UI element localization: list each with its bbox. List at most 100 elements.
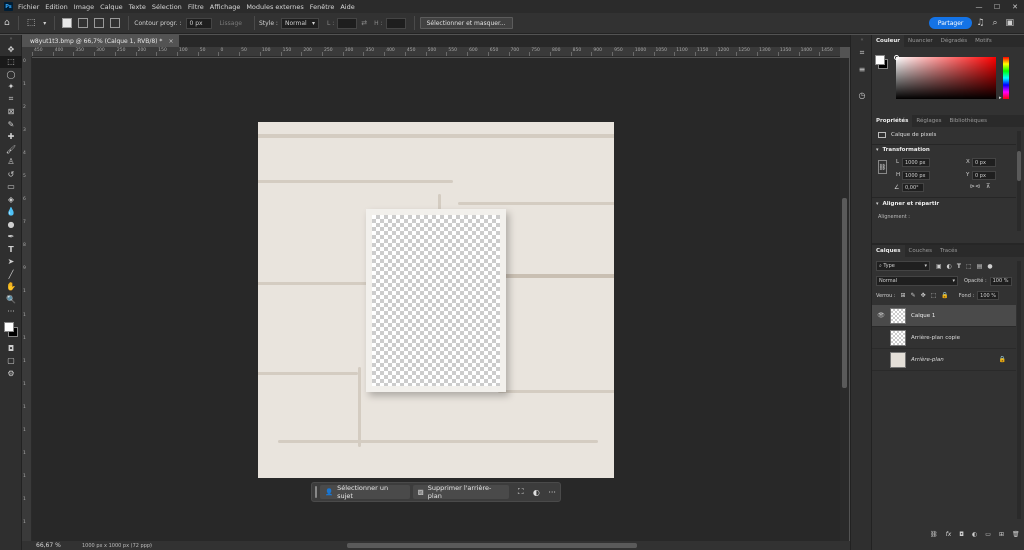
flip-horizontal-icon[interactable]: ⊳⊲ bbox=[970, 183, 980, 190]
filter-shape-icon[interactable]: ⬚ bbox=[966, 263, 972, 270]
y-input[interactable]: 0 px bbox=[972, 171, 996, 180]
edit-toolbar-icon[interactable]: ⚙ bbox=[0, 367, 22, 380]
transform-section-header[interactable]: ▾ Transformation bbox=[876, 147, 930, 153]
adjust-icon[interactable]: ◐ bbox=[529, 488, 545, 497]
layer-row[interactable]: 👁 Calque 1 bbox=[872, 305, 1016, 327]
chevron-right-icon[interactable]: › bbox=[150, 542, 152, 548]
photoshop-logo[interactable]: Ps bbox=[4, 2, 13, 11]
menu-image[interactable]: Image bbox=[74, 3, 94, 11]
feather-input[interactable]: 0 px bbox=[185, 17, 212, 29]
lock-transparency-icon[interactable]: ⊞ bbox=[901, 292, 906, 299]
intersect-selection-icon[interactable] bbox=[110, 18, 121, 28]
quick-mask-icon[interactable]: ◘ bbox=[0, 342, 22, 355]
history-icon[interactable]: ◷ bbox=[851, 87, 873, 103]
home-icon[interactable]: ⌂ bbox=[4, 18, 10, 28]
drag-handle-icon[interactable] bbox=[315, 486, 317, 498]
lock-position-icon[interactable]: ✥ bbox=[921, 292, 926, 299]
filter-type-icon[interactable]: T bbox=[957, 263, 961, 270]
tab-gradients[interactable]: Dégradés bbox=[937, 35, 971, 47]
hue-slider[interactable] bbox=[1003, 57, 1009, 99]
x-input[interactable]: 0 px bbox=[972, 158, 996, 167]
color-field[interactable] bbox=[896, 57, 996, 99]
select-and-mask-button[interactable]: Sélectionner et masquer... bbox=[419, 17, 513, 29]
tab-swatches[interactable]: Nuancier bbox=[904, 35, 937, 47]
menu-type[interactable]: Texte bbox=[129, 3, 146, 11]
menu-select[interactable]: Sélection bbox=[152, 3, 182, 11]
color-picker-cursor[interactable] bbox=[894, 55, 899, 60]
zoom-tool-icon[interactable]: 🔍 bbox=[0, 293, 22, 306]
minimize-button[interactable]: — bbox=[970, 3, 988, 11]
transform-icon[interactable]: ⛶ bbox=[513, 487, 529, 497]
tab-properties[interactable]: Propriétés bbox=[872, 115, 913, 127]
visibility-eye-icon[interactable]: 👁 bbox=[875, 312, 887, 319]
style-select[interactable]: Normal ▾ bbox=[280, 17, 319, 29]
layer-row[interactable]: Arrière-plan 🔒 bbox=[872, 349, 1016, 371]
more-tools-icon[interactable]: ··· bbox=[0, 306, 22, 319]
paint-bucket-tool-icon[interactable]: ◈ bbox=[0, 193, 22, 206]
tab-channels[interactable]: Couches bbox=[905, 245, 936, 257]
layer-name[interactable]: Arrière-plan copie bbox=[911, 335, 960, 341]
zoom-level[interactable]: 66,67 % bbox=[36, 542, 61, 549]
frame-tool-icon[interactable]: ⊠ bbox=[0, 106, 22, 119]
layer-name[interactable]: Calque 1 bbox=[911, 313, 935, 319]
trash-icon[interactable]: 🗑 bbox=[1012, 531, 1020, 538]
subtract-selection-icon[interactable] bbox=[94, 18, 105, 28]
close-icon[interactable]: × bbox=[168, 38, 173, 45]
link-dimensions-icon[interactable]: ⛓ bbox=[878, 160, 887, 174]
layer-name[interactable]: Arrière-plan bbox=[911, 357, 944, 363]
filter-adjustment-icon[interactable]: ◐ bbox=[947, 263, 952, 270]
filter-toggle-icon[interactable]: ● bbox=[987, 263, 992, 270]
path-selection-tool-icon[interactable]: ➤ bbox=[0, 256, 22, 269]
lock-artboard-icon[interactable]: ⬚ bbox=[931, 292, 937, 299]
chevron-down-icon[interactable]: ▾ bbox=[43, 20, 46, 27]
screen-mode-icon[interactable]: ▢ bbox=[0, 355, 22, 368]
height-input[interactable]: 1000 px bbox=[902, 171, 930, 180]
menu-filter[interactable]: Filtre bbox=[188, 3, 204, 11]
history-brush-tool-icon[interactable]: ↺ bbox=[0, 168, 22, 181]
ruler-top[interactable]: 450 400 350 300 250 200 150 100 50 0 50 100 150 200 25… bbox=[32, 47, 840, 57]
more-options-icon[interactable]: ··· bbox=[544, 488, 560, 497]
layers-scrollbar[interactable] bbox=[1017, 261, 1021, 519]
stamp-tool-icon[interactable]: ♙ bbox=[0, 156, 22, 169]
search-icon[interactable]: ⌕ bbox=[992, 18, 997, 28]
type-tool-icon[interactable]: T bbox=[0, 243, 22, 256]
menu-layer[interactable]: Calque bbox=[100, 3, 123, 11]
select-subject-button[interactable]: 👤 Sélectionner un sujet bbox=[319, 484, 410, 500]
collapse-icon[interactable]: « bbox=[851, 35, 873, 45]
height-input[interactable] bbox=[385, 17, 406, 29]
notification-bell-icon[interactable]: ♫ bbox=[976, 18, 984, 28]
tab-paths[interactable]: Tracés bbox=[936, 245, 961, 257]
crop-tool-icon[interactable]: ⌗ bbox=[0, 93, 22, 106]
remove-background-button[interactable]: ▨ Supprimer l'arrière-plan bbox=[412, 484, 509, 500]
width-input[interactable] bbox=[337, 17, 358, 29]
menu-help[interactable]: Aide bbox=[340, 3, 354, 11]
tab-patterns[interactable]: Motifs bbox=[971, 35, 996, 47]
menu-file[interactable]: Fichier bbox=[18, 3, 39, 11]
swap-icon[interactable]: ⇄ bbox=[361, 19, 367, 27]
filter-pixel-icon[interactable]: ▣ bbox=[936, 263, 942, 270]
close-button[interactable]: ✕ bbox=[1006, 3, 1024, 11]
align-section-header[interactable]: ▾ Aligner et répartir bbox=[876, 201, 939, 207]
brush-tool-icon[interactable]: 🖌 bbox=[0, 143, 22, 156]
brush-panel-icon[interactable]: ≡ bbox=[851, 61, 873, 77]
adjustment-icon[interactable]: ◐ bbox=[972, 531, 977, 538]
marquee-tool-icon[interactable]: ⬚ bbox=[27, 18, 36, 28]
blur-tool-icon[interactable]: 💧 bbox=[0, 206, 22, 219]
tab-libraries[interactable]: Bibliothèques bbox=[946, 115, 991, 127]
menu-window[interactable]: Fenêtre bbox=[310, 3, 335, 11]
share-button[interactable]: Partager bbox=[928, 17, 973, 29]
fx-icon[interactable]: fx bbox=[946, 531, 952, 538]
add-selection-icon[interactable] bbox=[78, 18, 89, 28]
antialias-checkbox[interactable]: Lissage bbox=[220, 20, 242, 27]
menu-view[interactable]: Affichage bbox=[210, 3, 241, 11]
line-tool-icon[interactable]: ╱ bbox=[0, 268, 22, 281]
layer-row[interactable]: Arrière-plan copie bbox=[872, 327, 1016, 349]
width-input[interactable]: 1000 px bbox=[902, 158, 930, 167]
tab-layers[interactable]: Calques bbox=[872, 245, 905, 257]
layer-kind-select[interactable]: ⌕ Type ▾ bbox=[876, 261, 930, 271]
toolbox-grip-icon[interactable]: » bbox=[0, 35, 22, 43]
color-swatches[interactable] bbox=[0, 318, 22, 342]
magic-wand-tool-icon[interactable]: ✦ bbox=[0, 81, 22, 94]
move-tool-icon[interactable]: ✥ bbox=[0, 43, 22, 56]
pen-tool-icon[interactable]: ✒ bbox=[0, 231, 22, 244]
